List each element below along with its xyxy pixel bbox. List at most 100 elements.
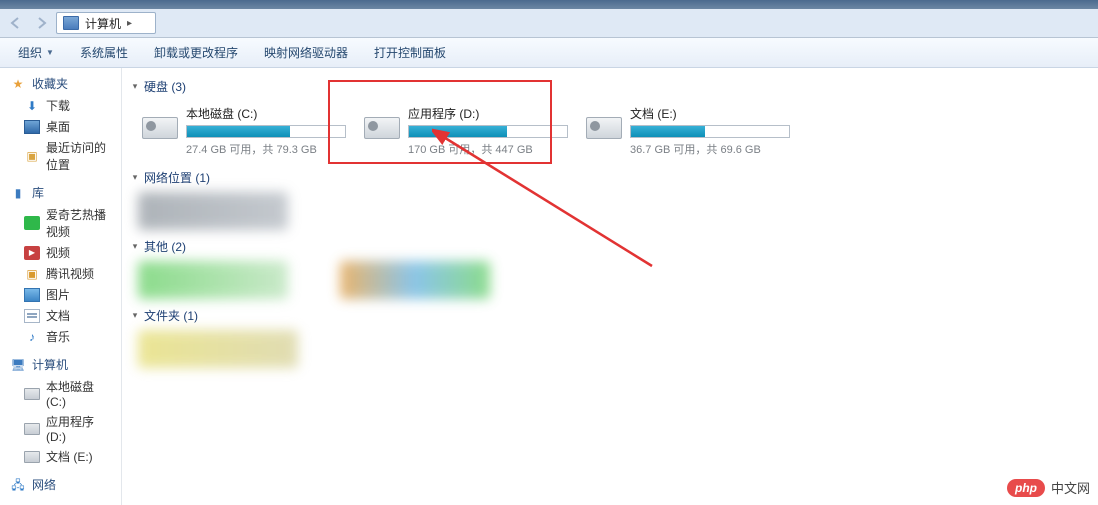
watermark-pill: php bbox=[1007, 479, 1045, 497]
watermark: php 中文网 bbox=[1007, 478, 1090, 497]
main-area: ★ 收藏夹 ⬇ 下载 桌面 ▣ 最近访问的位置 ▮ 库 爱 bbox=[0, 68, 1098, 505]
sidebar-item-downloads[interactable]: ⬇ 下载 bbox=[0, 95, 121, 116]
sidebar-header-favorites[interactable]: ★ 收藏夹 bbox=[0, 72, 121, 95]
toolbar-organize[interactable]: 组织 ▼ bbox=[6, 41, 66, 64]
drive-tile-c[interactable]: 本地磁盘 (C:) 27.4 GB 可用，共 79.3 GB bbox=[138, 101, 348, 161]
drive-tile-d[interactable]: 应用程序 (D:) 170 GB 可用，共 447 GB bbox=[360, 101, 570, 161]
drive-thumb bbox=[364, 105, 400, 139]
drive-thumb bbox=[586, 105, 622, 139]
folder-tiles bbox=[130, 330, 1090, 368]
nav-back-button[interactable] bbox=[4, 12, 28, 34]
sidebar-header-computer[interactable]: 🖥 计算机 bbox=[0, 353, 121, 376]
blurred-item[interactable] bbox=[138, 192, 288, 230]
recent-icon: ▣ bbox=[24, 149, 40, 163]
netloc-tiles bbox=[130, 192, 1090, 230]
breadcrumb-separator-icon: ▸ bbox=[127, 18, 132, 29]
group-title: 硬盘 (3) bbox=[144, 78, 186, 95]
drive-usage-fill bbox=[409, 126, 507, 137]
drive-tile-e[interactable]: 文档 (E:) 36.7 GB 可用，共 69.6 GB bbox=[582, 101, 792, 161]
sidebar-item-drive-c[interactable]: 本地磁盘 (C:) bbox=[0, 376, 121, 411]
library-icon: ▮ bbox=[10, 186, 26, 200]
sidebar-item-iqiyi[interactable]: 爱奇艺热播视频 bbox=[0, 204, 121, 242]
download-icon: ⬇ bbox=[24, 99, 40, 113]
collapse-icon: ▾ bbox=[130, 172, 140, 183]
drive-info: 文档 (E:) 36.7 GB 可用，共 69.6 GB bbox=[630, 105, 790, 157]
sidebar-label: 本地磁盘 (C:) bbox=[46, 378, 117, 409]
sidebar-item-recent[interactable]: ▣ 最近访问的位置 bbox=[0, 137, 121, 175]
sidebar-item-documents[interactable]: 文档 bbox=[0, 305, 121, 326]
sidebar-item-drive-d[interactable]: 应用程序 (D:) bbox=[0, 411, 121, 446]
music-icon: ♪ bbox=[24, 330, 40, 344]
blurred-item[interactable] bbox=[340, 261, 490, 299]
sidebar-label: 下载 bbox=[46, 97, 70, 114]
sidebar-label: 腾讯视频 bbox=[46, 265, 94, 282]
address-location: 计算机 bbox=[85, 15, 121, 32]
star-icon: ★ bbox=[10, 77, 26, 91]
drive-usage-fill bbox=[187, 126, 290, 137]
sidebar-label: 计算机 bbox=[32, 356, 68, 373]
sidebar-label: 视频 bbox=[46, 244, 70, 261]
sidebar-group-favorites: ★ 收藏夹 ⬇ 下载 桌面 ▣ 最近访问的位置 bbox=[0, 72, 121, 175]
drive-icon bbox=[24, 388, 40, 400]
toolbar-label: 系统属性 bbox=[80, 44, 128, 61]
hdd-icon bbox=[586, 117, 622, 139]
toolbar-label: 映射网络驱动器 bbox=[264, 44, 348, 61]
hdd-icon bbox=[364, 117, 400, 139]
toolbar-uninstall[interactable]: 卸载或更改程序 bbox=[142, 41, 250, 64]
drive-stat: 36.7 GB 可用，共 69.6 GB bbox=[630, 141, 790, 157]
toolbar-label: 组织 bbox=[18, 44, 42, 61]
toolbar-label: 打开控制面板 bbox=[374, 44, 446, 61]
sidebar-label: 应用程序 (D:) bbox=[46, 413, 117, 444]
sidebar-label: 库 bbox=[32, 184, 44, 201]
group-title: 网络位置 (1) bbox=[144, 169, 210, 186]
other-tiles bbox=[130, 261, 1090, 299]
iqiyi-icon bbox=[24, 216, 40, 230]
drive-icon bbox=[24, 423, 40, 435]
toolbar-system-properties[interactable]: 系统属性 bbox=[68, 41, 140, 64]
arrow-left-icon bbox=[9, 16, 23, 30]
chevron-down-icon: ▼ bbox=[46, 48, 54, 57]
sidebar-label: 收藏夹 bbox=[32, 75, 68, 92]
group-title: 其他 (2) bbox=[144, 238, 186, 255]
sidebar-group-libraries: ▮ 库 爱奇艺热播视频 视频 ▣ 腾讯视频 图片 文档 bbox=[0, 181, 121, 347]
toolbar-control-panel[interactable]: 打开控制面板 bbox=[362, 41, 458, 64]
title-bar bbox=[0, 0, 1098, 9]
computer-icon bbox=[63, 16, 79, 30]
drive-info: 应用程序 (D:) 170 GB 可用，共 447 GB bbox=[408, 105, 568, 157]
sidebar-item-desktop[interactable]: 桌面 bbox=[0, 116, 121, 137]
blurred-item[interactable] bbox=[138, 261, 288, 299]
drive-info: 本地磁盘 (C:) 27.4 GB 可用，共 79.3 GB bbox=[186, 105, 346, 157]
pictures-icon bbox=[24, 288, 40, 302]
group-header-drives[interactable]: ▾ 硬盘 (3) bbox=[130, 74, 1090, 101]
group-title: 文件夹 (1) bbox=[144, 307, 198, 324]
sidebar-header-network[interactable]: 🖧 网络 bbox=[0, 473, 121, 496]
sidebar-item-music[interactable]: ♪ 音乐 bbox=[0, 326, 121, 347]
sidebar-item-video[interactable]: 视频 bbox=[0, 242, 121, 263]
network-icon: 🖧 bbox=[10, 478, 26, 492]
toolbar: 组织 ▼ 系统属性 卸载或更改程序 映射网络驱动器 打开控制面板 bbox=[0, 38, 1098, 68]
drive-usage-fill bbox=[631, 126, 705, 137]
toolbar-map-drive[interactable]: 映射网络驱动器 bbox=[252, 41, 360, 64]
watermark-text: 中文网 bbox=[1051, 478, 1090, 497]
nav-forward-button[interactable] bbox=[30, 12, 54, 34]
toolbar-label: 卸载或更改程序 bbox=[154, 44, 238, 61]
drive-tiles: 本地磁盘 (C:) 27.4 GB 可用，共 79.3 GB 应用程序 (D:)… bbox=[130, 101, 1090, 161]
sidebar: ★ 收藏夹 ⬇ 下载 桌面 ▣ 最近访问的位置 ▮ 库 爱 bbox=[0, 68, 122, 505]
drive-icon bbox=[24, 451, 40, 463]
sidebar-label: 图片 bbox=[46, 286, 70, 303]
desktop-icon bbox=[24, 120, 40, 134]
sidebar-item-drive-e[interactable]: 文档 (E:) bbox=[0, 446, 121, 467]
blurred-item[interactable] bbox=[138, 330, 298, 368]
address-bar: 计算机 ▸ bbox=[0, 9, 1098, 38]
sidebar-group-network: 🖧 网络 bbox=[0, 473, 121, 496]
content-pane: ▾ 硬盘 (3) 本地磁盘 (C:) 27.4 GB 可用，共 79.3 GB … bbox=[122, 68, 1098, 505]
group-header-netloc[interactable]: ▾ 网络位置 (1) bbox=[130, 165, 1090, 192]
sidebar-header-libraries[interactable]: ▮ 库 bbox=[0, 181, 121, 204]
group-header-folders[interactable]: ▾ 文件夹 (1) bbox=[130, 303, 1090, 330]
address-box[interactable]: 计算机 ▸ bbox=[56, 12, 156, 34]
sidebar-label: 最近访问的位置 bbox=[46, 139, 117, 173]
sidebar-label: 文档 (E:) bbox=[46, 448, 93, 465]
sidebar-item-tencent[interactable]: ▣ 腾讯视频 bbox=[0, 263, 121, 284]
group-header-other[interactable]: ▾ 其他 (2) bbox=[130, 234, 1090, 261]
sidebar-item-pictures[interactable]: 图片 bbox=[0, 284, 121, 305]
